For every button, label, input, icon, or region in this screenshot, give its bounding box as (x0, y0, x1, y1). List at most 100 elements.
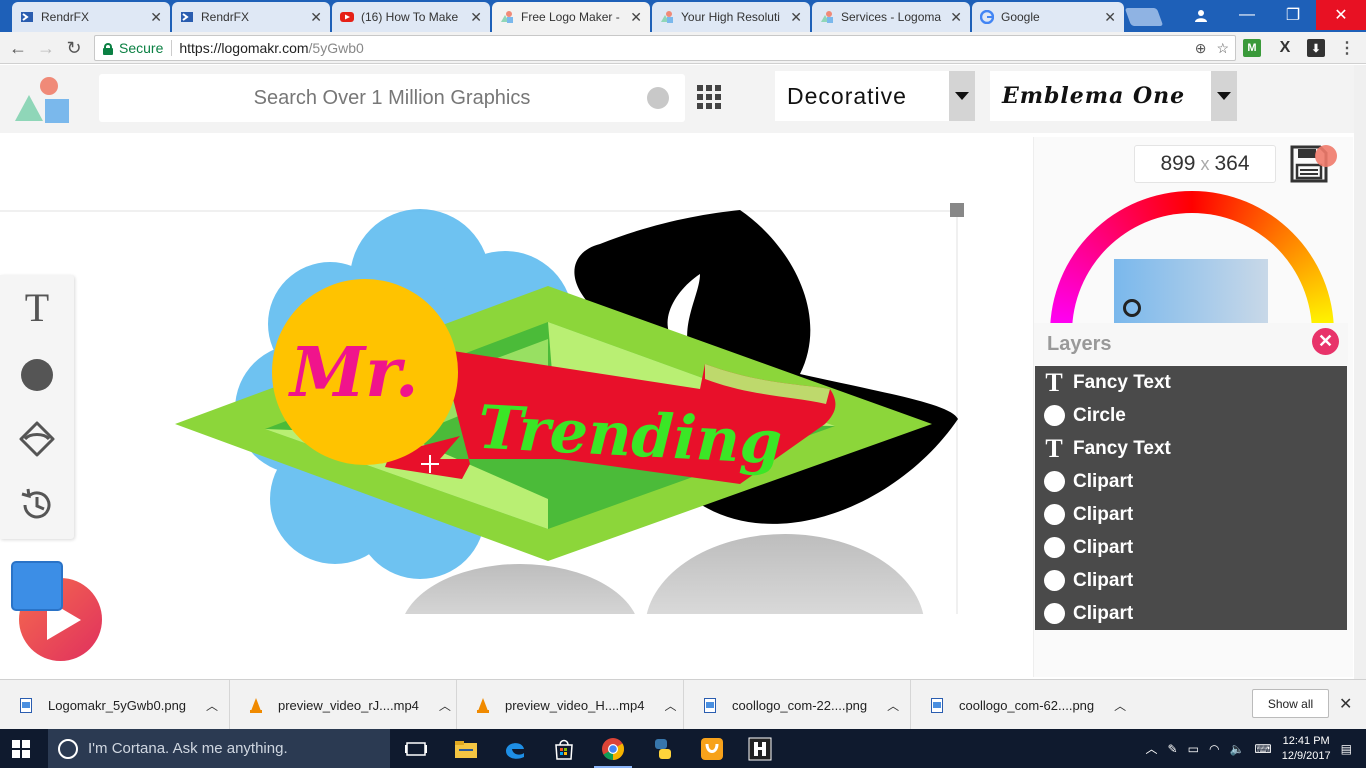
extension-download-icon[interactable]: ⬇ (1307, 39, 1325, 57)
chrome-menu-icon[interactable]: ⋮ (1338, 39, 1356, 57)
search-icon[interactable] (647, 87, 669, 109)
lock-icon (103, 42, 113, 55)
new-tab-button[interactable] (1124, 8, 1164, 26)
graphics-search-input[interactable]: Search Over 1 Million Graphics (99, 74, 685, 122)
wifi-icon[interactable]: ◠ (1209, 742, 1219, 756)
minimize-button[interactable]: — (1224, 0, 1270, 30)
page-scrollbar[interactable] (1354, 65, 1366, 679)
chevron-down-icon[interactable] (949, 71, 975, 121)
chevron-up-icon[interactable]: ︿ (664, 697, 676, 714)
font-category-select[interactable]: Decorative (775, 71, 975, 121)
uc-browser-icon[interactable] (699, 736, 725, 762)
tab-label: Google (1001, 10, 1040, 24)
logomakr-icon (661, 11, 673, 23)
tab-close-icon[interactable]: ✕ (150, 9, 162, 26)
text-icon: T (1045, 367, 1063, 397)
color-picker[interactable] (1050, 191, 1334, 331)
extension-m-icon[interactable]: M (1243, 39, 1261, 57)
download-item[interactable]: preview_video_H....mp4 ︿ (457, 680, 684, 730)
add-text-tool[interactable]: T (17, 285, 57, 330)
edge-browser-icon[interactable] (502, 736, 528, 762)
extension-x-icon[interactable]: X (1276, 39, 1294, 57)
history-tool[interactable] (17, 485, 57, 525)
hitfilm-icon[interactable] (747, 736, 773, 762)
tab-logomakr-services[interactable]: Services - Logoma ✕ (812, 2, 970, 32)
tab-rendrfx-2[interactable]: RendrFX ✕ (172, 2, 330, 32)
design-canvas[interactable]: Mr. Trending (0, 134, 1030, 679)
tab-youtube[interactable]: (16) How To Make ✕ (332, 2, 490, 32)
layers-title: Layers (1047, 332, 1112, 355)
circle-icon (1043, 537, 1065, 559)
tab-logomakr-hires[interactable]: Your High Resoluti ✕ (652, 2, 810, 32)
history-icon (21, 488, 51, 519)
pen-icon[interactable]: ✎ (1168, 742, 1178, 756)
download-item[interactable]: preview_video_rJ....mp4 ︿ (230, 680, 457, 730)
add-shape-tool[interactable] (17, 355, 57, 395)
windows-start-icon[interactable] (12, 740, 30, 758)
task-view-icon[interactable] (403, 736, 429, 762)
volume-icon[interactable]: 🔈 (1229, 742, 1244, 756)
layer-item[interactable]: Clipart (1035, 465, 1347, 498)
download-item[interactable]: Logomakr_5yGwb0.png ︿ (0, 680, 230, 730)
tab-close-icon[interactable]: ✕ (470, 9, 482, 26)
chevron-up-icon[interactable]: ︿ (1114, 697, 1126, 714)
chevron-up-icon[interactable]: ︿ (887, 697, 899, 714)
taskbar-clock[interactable]: 12:41 PM 12/9/2017 (1282, 734, 1331, 764)
address-bar[interactable]: Secure https://logomakr.com/5yGwb0 ⊕ ☆ (94, 35, 1236, 61)
cortana-search-box[interactable]: I'm Cortana. Ask me anything. (48, 729, 390, 768)
chevron-up-icon[interactable]: ︿ (206, 697, 218, 714)
logo-artwork[interactable]: Mr. Trending (0, 134, 1030, 679)
battery-icon[interactable]: ▭ (1188, 742, 1199, 756)
layer-item[interactable]: Clipart (1035, 531, 1347, 564)
canvas-dimensions[interactable]: 899 x 364 (1134, 145, 1276, 183)
layer-item[interactable]: Clipart (1035, 564, 1347, 597)
grid-menu-icon[interactable] (697, 85, 721, 109)
font-family-select[interactable]: Emblema One (990, 71, 1237, 121)
python-icon[interactable] (650, 736, 676, 762)
download-item[interactable]: coollogo_com-62....png ︿ (911, 680, 1138, 730)
layer-item[interactable]: Clipart (1035, 597, 1347, 630)
tab-close-icon[interactable]: ✕ (790, 9, 802, 26)
blue-square-widget[interactable] (11, 561, 63, 611)
logo-title-text[interactable]: Mr. (288, 333, 419, 413)
canvas-width[interactable]: 899 (1160, 152, 1195, 176)
chrome-icon[interactable] (600, 736, 626, 762)
zoom-icon[interactable]: ⊕ (1195, 40, 1207, 57)
tab-close-icon[interactable]: ✕ (630, 9, 642, 26)
circle-icon (1043, 405, 1065, 427)
restore-button[interactable]: ❐ (1270, 0, 1316, 30)
close-icon[interactable]: ✕ (1339, 694, 1352, 714)
download-item[interactable]: coollogo_com-22....png ︿ (684, 680, 911, 730)
reload-icon[interactable]: ↻ (62, 36, 86, 60)
window-close-button[interactable]: ✕ (1316, 0, 1366, 30)
windows-taskbar: I'm Cortana. Ask me anything. ︿ ✎ ▭ ◠ 🔈 … (0, 729, 1366, 768)
layer-item[interactable]: T Fancy Text (1035, 432, 1347, 465)
notifications-icon[interactable]: ▤ (1341, 742, 1352, 756)
profile-icon[interactable] (1178, 0, 1224, 30)
tab-logomakr-active[interactable]: Free Logo Maker - ✕ (492, 2, 650, 32)
logomakr-logo-icon (15, 77, 69, 123)
tab-close-icon[interactable]: ✕ (950, 9, 962, 26)
saturation-value-box[interactable] (1114, 259, 1268, 331)
tab-rendrfx-1[interactable]: RendrFX ✕ (12, 2, 170, 32)
back-icon[interactable]: ← (6, 36, 30, 60)
forward-icon[interactable]: → (34, 36, 58, 60)
store-icon[interactable] (551, 736, 577, 762)
layer-item[interactable]: Circle (1035, 399, 1347, 432)
tab-close-icon[interactable]: ✕ (1104, 9, 1116, 26)
file-explorer-icon[interactable] (453, 736, 479, 762)
tab-close-icon[interactable]: ✕ (310, 9, 322, 26)
keyboard-icon[interactable]: ⌨ (1254, 742, 1271, 756)
close-icon[interactable]: ✕ (1312, 328, 1339, 355)
chevron-down-icon[interactable] (1211, 71, 1237, 121)
bookmark-star-icon[interactable]: ☆ (1216, 40, 1229, 57)
fill-tool[interactable] (17, 419, 57, 459)
show-all-downloads-button[interactable]: Show all (1252, 689, 1329, 718)
tab-google[interactable]: Google ✕ (972, 2, 1124, 32)
chevron-up-icon[interactable]: ︿ (439, 697, 451, 714)
layer-item[interactable]: T Fancy Text (1035, 366, 1347, 399)
layer-item[interactable]: Clipart (1035, 498, 1347, 531)
color-picker-handle[interactable] (1123, 299, 1141, 317)
canvas-height[interactable]: 364 (1215, 152, 1250, 176)
chevron-up-icon[interactable]: ︿ (1146, 740, 1158, 757)
